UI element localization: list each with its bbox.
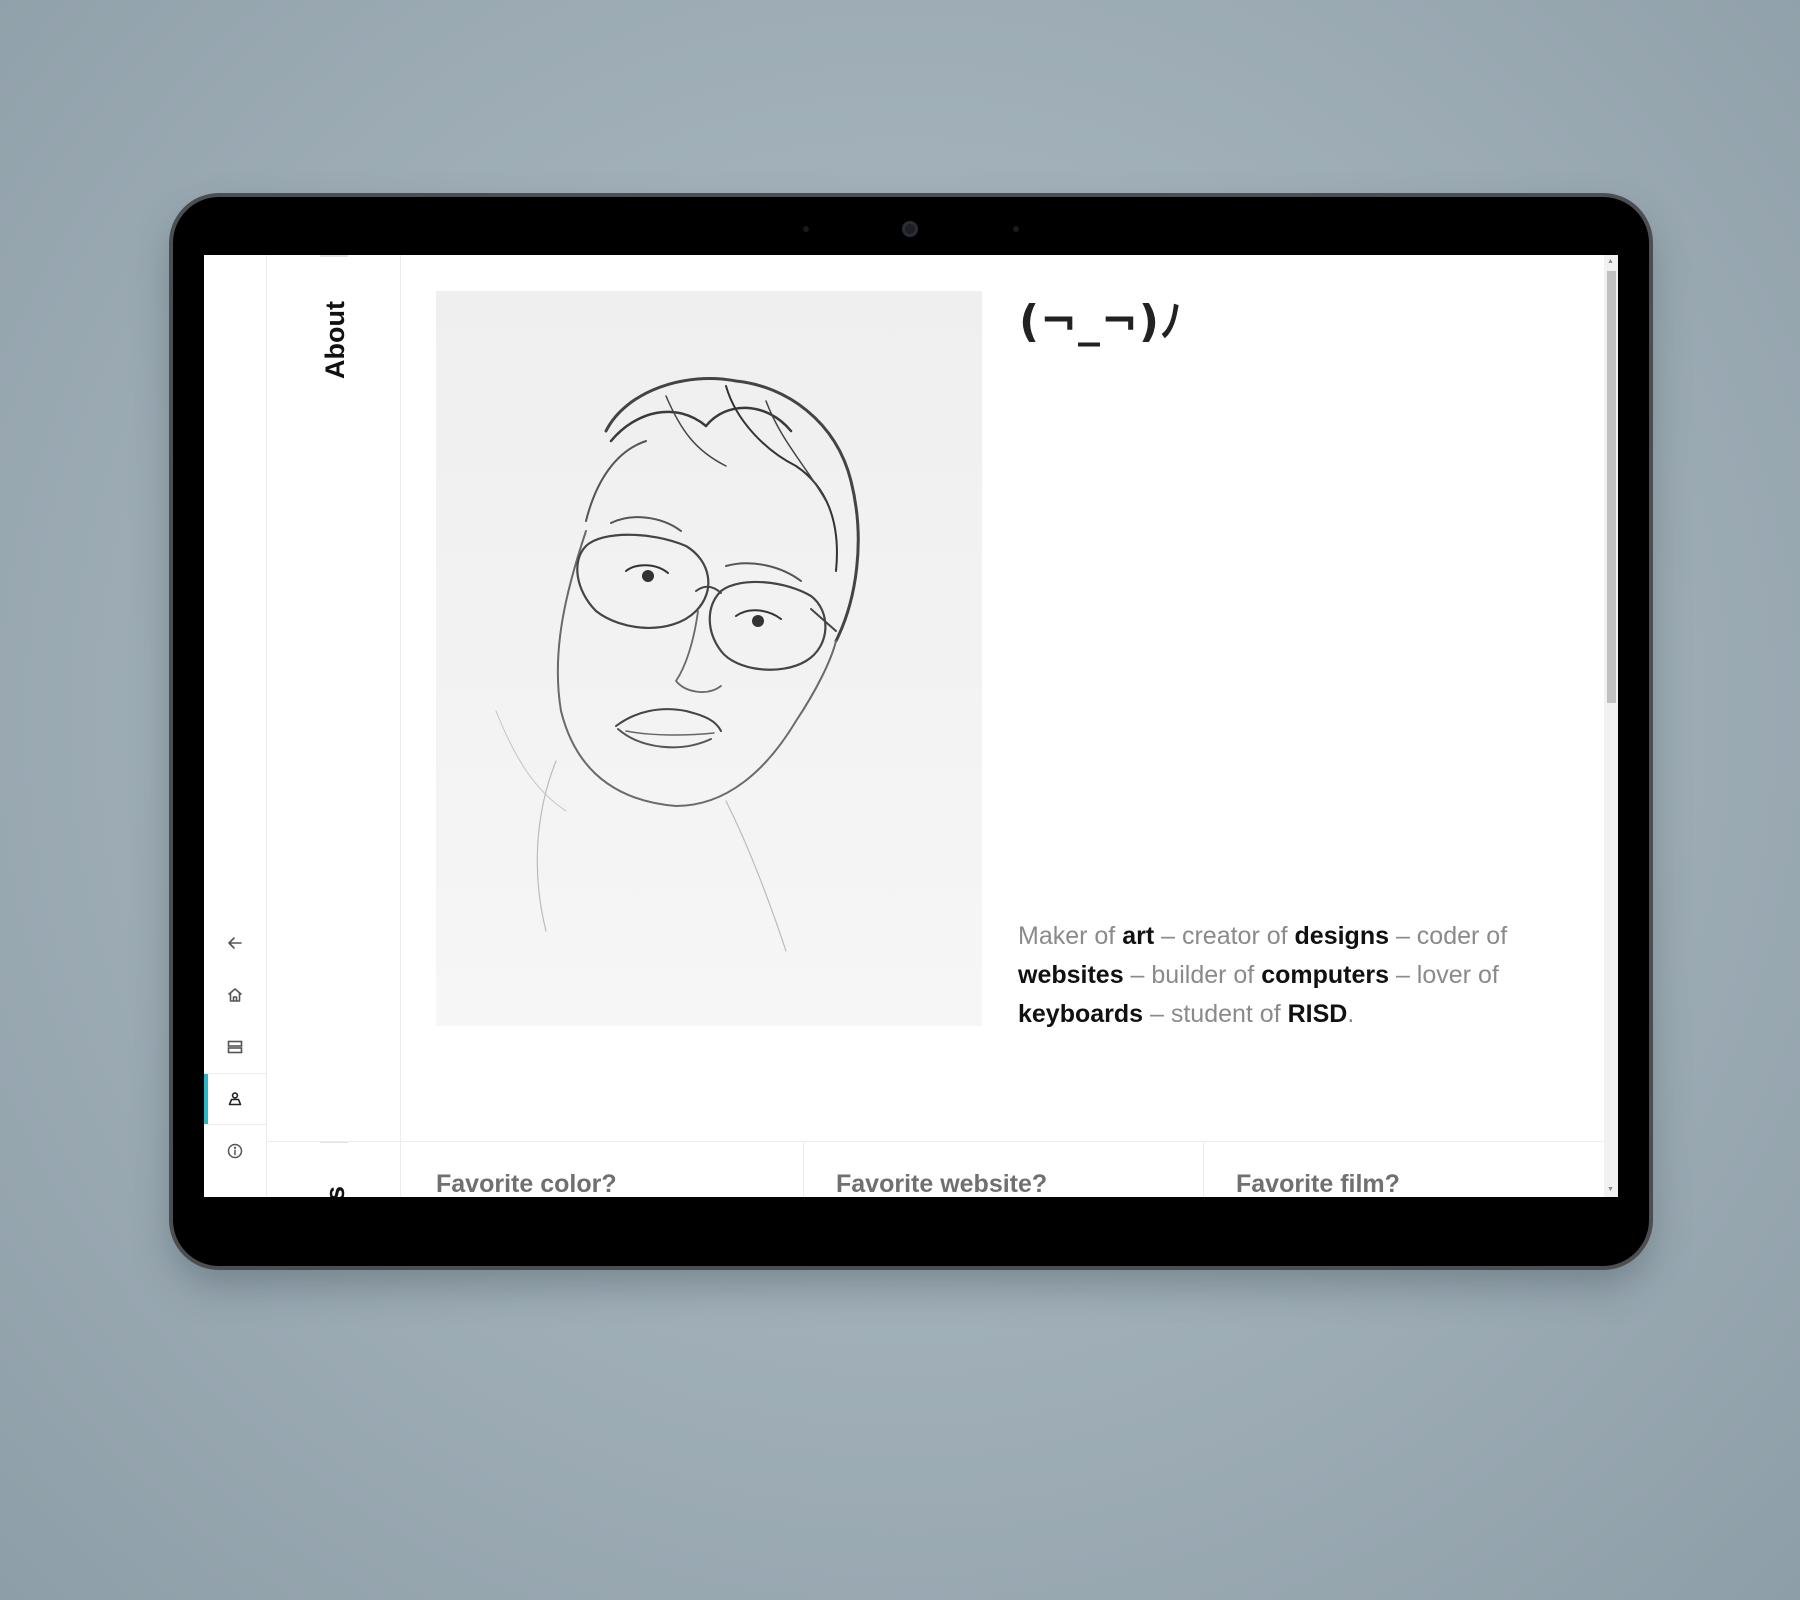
bio-fragment: – student of (1143, 1000, 1288, 1028)
device-side-button-right (1649, 335, 1653, 413)
kaomoji-heading: (¬_¬)ﾉ (1019, 296, 1183, 347)
bio-fragment: – lover of (1389, 961, 1499, 989)
bio-keyword: websites (1018, 961, 1124, 989)
device-camera (902, 221, 918, 237)
portrait-image (436, 291, 982, 1026)
bio-text: Maker of art – creator of designs – code… (1018, 917, 1538, 1034)
favorite-film-question: Favorite film? (1236, 1170, 1400, 1197)
nav-rail (204, 255, 267, 1197)
nav-projects-button[interactable] (204, 1021, 266, 1073)
bio-fragment: . (1347, 1000, 1355, 1028)
bio-fragment: – creator of (1154, 922, 1295, 950)
section-divider (267, 1141, 1604, 1142)
info-icon (227, 1143, 243, 1159)
nav-back-button[interactable] (204, 917, 266, 969)
bio-keyword: computers (1261, 961, 1390, 989)
scroll-down-arrow[interactable]: ▼ (1607, 1186, 1614, 1194)
bio-fragment: – coder of (1389, 922, 1508, 950)
next-section-label: s (320, 1185, 350, 1197)
arrow-left-icon (228, 937, 242, 949)
device-sensor-left (803, 226, 809, 232)
scrollbar-thumb[interactable] (1607, 271, 1616, 703)
bio-keyword: art (1122, 922, 1155, 950)
favorite-color-question: Favorite color? (436, 1170, 617, 1197)
device-sensor-right (1013, 226, 1019, 232)
bio-keyword: designs (1294, 922, 1390, 950)
favorite-website-question: Favorite website? (836, 1170, 1048, 1197)
nav-info-button[interactable] (204, 1125, 266, 1177)
home-icon (227, 988, 243, 1002)
about-section-label: About (320, 301, 350, 379)
bio-fragment: Maker of (1018, 922, 1123, 950)
section-divider-tick (320, 255, 348, 257)
nav-home-button[interactable] (204, 969, 266, 1021)
column-divider (803, 1141, 804, 1197)
bio-fragment: – builder of (1123, 961, 1262, 989)
bio-keyword: RISD (1287, 1000, 1348, 1028)
browser-screen: About s (¬_¬)ﾉ Maker of art – creator of… (204, 255, 1618, 1197)
scroll-up-arrow[interactable]: ▲ (1607, 258, 1614, 266)
section-label-column (267, 255, 401, 1197)
portrait-sketch (495, 376, 860, 952)
layout-rows-icon (227, 1040, 243, 1054)
nav-about-button[interactable] (204, 1073, 266, 1125)
bio-keyword: keyboards (1018, 1000, 1144, 1028)
person-icon (228, 1092, 242, 1106)
column-divider (1203, 1141, 1204, 1197)
